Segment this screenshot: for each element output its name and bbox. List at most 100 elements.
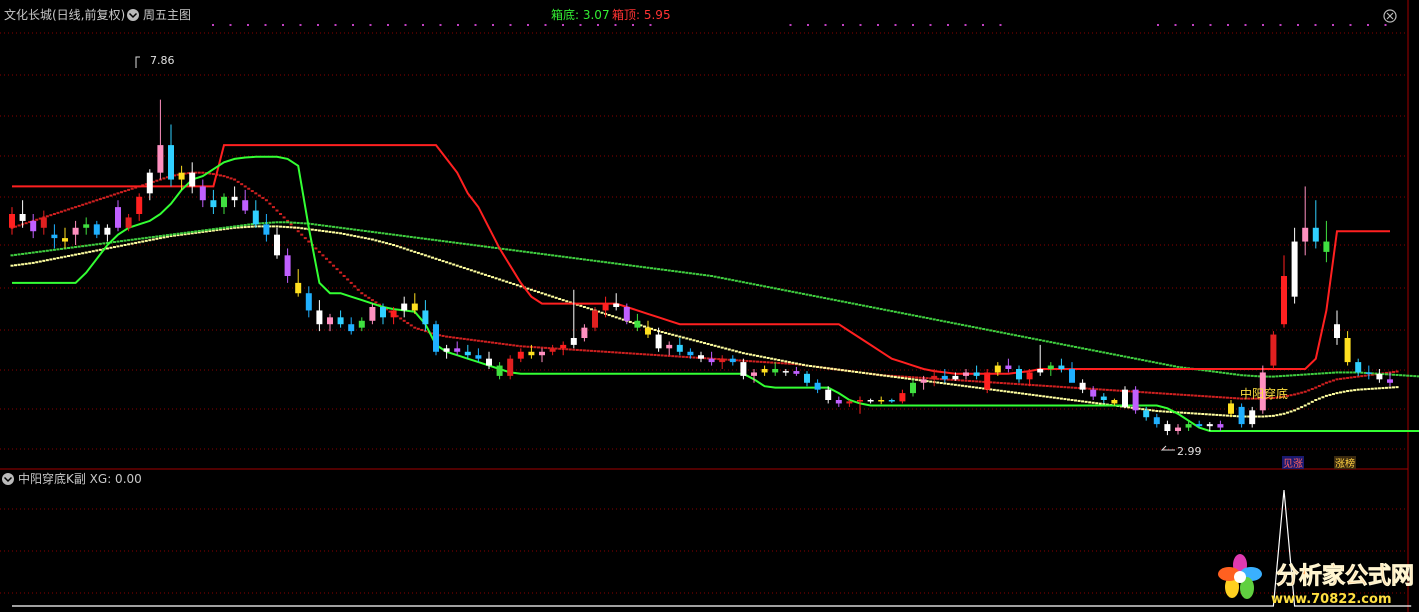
ma-green-point [946,321,950,324]
ma-green-point [1102,351,1106,354]
candle-body [1249,410,1256,425]
ma-red-point [1201,395,1205,398]
ma-yellow-point [1324,394,1328,397]
signal-dot [212,24,214,26]
ma-green-point [593,259,597,262]
ma-green-point [837,299,841,302]
ma-yellow-point [936,381,940,384]
ma-yellow-point [876,373,880,376]
candle-body [740,362,747,376]
candle-body [40,217,47,228]
ma-green-point [491,246,495,249]
signal-dot [317,24,319,26]
ma-yellow-point [664,331,668,334]
ma-red-point [1052,385,1056,388]
ma-green-point [1165,363,1169,366]
ma-green-point [1289,374,1293,377]
ma-red-point [600,350,604,353]
ma-green-point [423,237,427,240]
ma-green-point [1211,370,1215,373]
ma-red-point [770,361,774,364]
ma-red-point [1363,374,1367,377]
ma-red-point [282,216,286,219]
signal-dot [614,24,617,26]
ma-green-point [918,315,922,318]
ma-green-point [204,229,208,232]
ma-green-point [10,254,14,257]
ma-red-point [1112,389,1116,392]
ma-green-point [862,304,866,307]
ma-yellow-point [791,361,795,364]
ma-yellow-point [1204,413,1208,416]
ma-yellow-point [1162,410,1166,413]
ma-green-point [1151,361,1155,364]
ma-green-point [395,234,399,237]
ma-yellow-point [353,235,357,238]
ma-green-point [515,249,519,252]
candle-body [952,375,959,380]
ma-yellow-point [42,259,46,262]
ma-red-point [367,296,371,299]
ma-yellow-point [480,272,484,275]
ma-yellow-point [1257,415,1261,418]
candle-body [125,217,132,228]
box-top-label: 箱顶: 5.95 [612,7,671,22]
indicator-name[interactable]: 周五主图 [143,8,191,22]
stock-title[interactable]: 文化长城(日线,前复权) [4,7,125,22]
ma-yellow-point [1293,409,1297,412]
ma-green-point [1155,361,1159,364]
candle-body [496,365,503,376]
ma-red-point [1158,392,1162,395]
candle-body [655,334,662,349]
ma-green-point [127,239,131,242]
ma-red-point [271,206,275,209]
ma-green-point [830,298,834,301]
ma-red-point [777,362,781,365]
chevron-down-icon[interactable] [2,473,14,485]
ma-yellow-point [59,256,63,259]
candle-body [1153,417,1160,425]
ma-green-point [356,229,360,232]
sub-panel-menu[interactable]: 中阳穿底K副 XG: 0.00 [2,471,142,486]
ma-red-point [197,171,201,174]
candle-body [1217,424,1224,428]
candle-body [337,317,344,325]
ma-yellow-point [339,232,343,235]
ma-green-point [1024,336,1028,339]
ma-red-point [635,352,639,355]
ma-yellow-point [798,363,802,366]
ma-green-point [455,241,459,244]
ma-green-point [770,286,774,289]
ma-red-point [674,355,678,358]
ma-green-point [1116,354,1120,357]
ma-yellow-point [374,239,378,242]
signal-dot [982,24,984,26]
ma-green-point [650,267,654,270]
ma-red-point [406,322,410,325]
ma-red-point [1233,397,1237,400]
ma-green-point [886,309,890,312]
ma-yellow-point [960,384,964,387]
chevron-down-icon[interactable] [127,9,139,21]
ma-green-point [1137,358,1141,361]
ma-green-point [52,248,56,251]
ma-red-point [236,180,240,183]
ma-yellow-point [271,225,275,228]
sub-panel-title[interactable]: 中阳穿底K副 XG: 0.00 [18,471,142,486]
ma-green-point [293,221,297,224]
ma-green-point [261,222,265,225]
signal-dot [964,24,967,26]
ma-green-point [695,273,699,276]
candle-body [973,372,980,376]
ma-green-point [314,223,318,226]
ma-green-point [430,238,434,241]
ma-yellow-point [1303,404,1307,407]
ma-red-point [77,204,81,207]
ma-yellow-point [63,255,67,258]
ma-red-point [346,278,350,281]
ma-yellow-point [777,359,781,362]
ma-red-point [968,379,972,382]
ma-yellow-point [724,347,728,350]
ma-green-point [671,269,675,272]
ma-green-point [339,226,343,229]
